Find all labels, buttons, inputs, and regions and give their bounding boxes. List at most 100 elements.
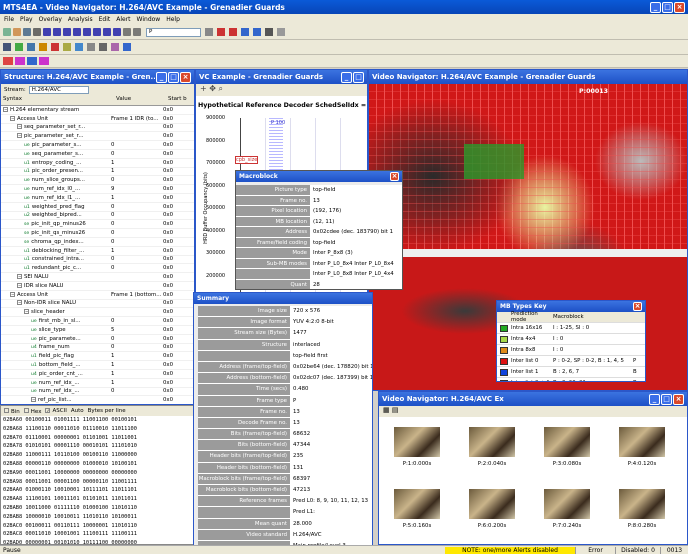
- color-swatch-icon[interactable]: [15, 57, 25, 65]
- grid-view-icon[interactable]: ▦: [383, 406, 390, 414]
- alert-icon[interactable]: [51, 43, 59, 51]
- menu-analysis[interactable]: Analysis: [68, 16, 93, 23]
- tree-row[interactable]: − ref_pic_list... 0x0: [1, 396, 194, 404]
- tree-row[interactable]: u1 field_pic_flag 1 0x0: [1, 352, 194, 362]
- tree-row[interactable]: se pic_init_qp_minus26 0 0x0: [1, 220, 194, 230]
- tree-row[interactable]: − slice_header 0x0: [1, 308, 194, 318]
- next-frame-icon[interactable]: [93, 28, 101, 36]
- close-icon[interactable]: ×: [390, 172, 399, 181]
- error-indicator[interactable]: Error: [575, 546, 615, 554]
- expand-icon[interactable]: −: [3, 106, 8, 112]
- hex-option[interactable]: Hex: [23, 407, 41, 415]
- filter-icon[interactable]: [63, 43, 71, 51]
- frame-thumbnail[interactable]: [394, 489, 440, 519]
- open-icon[interactable]: [13, 28, 21, 36]
- tree-row[interactable]: se pic_init_qs_minus26 0 0x0: [1, 229, 194, 238]
- tree-row[interactable]: se chroma_qp_index... 0 0x0: [1, 238, 194, 247]
- tree-row[interactable]: ue pic_paramete... 0 0x0: [1, 335, 194, 344]
- rewind-icon[interactable]: [43, 28, 51, 36]
- menu-overlay[interactable]: Overlay: [39, 16, 62, 23]
- tools-icon[interactable]: [99, 43, 107, 51]
- frame-thumbnail[interactable]: [544, 427, 590, 457]
- tree-row[interactable]: ue num_ref_idx_... 0 0x0: [1, 388, 194, 397]
- frame-thumbnail[interactable]: [619, 427, 665, 457]
- maximize-icon[interactable]: □: [353, 71, 364, 83]
- frame-thumbnail[interactable]: [469, 427, 515, 457]
- expand-icon[interactable]: −: [31, 397, 36, 403]
- tree-row[interactable]: u4 pic_order_cnt_... 1 0x0: [1, 370, 194, 379]
- expand-icon[interactable]: −: [10, 291, 15, 297]
- layers-icon[interactable]: [75, 43, 83, 51]
- tree-row[interactable]: u1 constrained_intra... 0 0x0: [1, 256, 194, 265]
- menu-help[interactable]: Help: [166, 16, 180, 23]
- tree-row[interactable]: u1 entropy_coding_... 1 0x0: [1, 159, 194, 168]
- mb-overlay-icon[interactable]: [241, 28, 249, 36]
- expand-icon[interactable]: −: [17, 300, 22, 306]
- color-swatch-icon[interactable]: [27, 57, 37, 65]
- fast-forward-icon[interactable]: [113, 28, 121, 36]
- overlay-icon[interactable]: [229, 28, 237, 36]
- frame-thumbnail[interactable]: [544, 489, 590, 519]
- col-syntax[interactable]: Syntax: [1, 96, 116, 105]
- chart-icon[interactable]: [123, 43, 131, 51]
- checkbox-icon[interactable]: [23, 407, 29, 413]
- hex-option[interactable]: Auto: [71, 408, 84, 414]
- tree-row[interactable]: u1 deblocking_filter_... 1 0x0: [1, 247, 194, 256]
- grid-icon[interactable]: [217, 28, 225, 36]
- pan-icon[interactable]: ✥: [209, 84, 216, 93]
- tree-row[interactable]: ue num_ref_idx_l0_... 9 0x0: [1, 185, 194, 194]
- tree-row[interactable]: ue seq_parameter_s... 0 0x0: [1, 150, 194, 159]
- close-icon[interactable]: ×: [633, 302, 642, 311]
- tree-row[interactable]: u2 weighted_bipred... 0 0x0: [1, 212, 194, 221]
- tree-row[interactable]: ue first_mb_in_sl... 0 0x0: [1, 317, 194, 326]
- frame-thumbnail[interactable]: [619, 489, 665, 519]
- tree-row[interactable]: − Non-IDR slice NALU 0x0: [1, 300, 194, 309]
- bitrate-icon[interactable]: [87, 43, 95, 51]
- stop-icon[interactable]: [73, 28, 81, 36]
- step-forward-icon[interactable]: [103, 28, 111, 36]
- frame-thumbnail[interactable]: [394, 427, 440, 457]
- col-value[interactable]: Value: [116, 96, 168, 105]
- menu-alert[interactable]: Alert: [116, 16, 130, 23]
- expand-icon[interactable]: −: [10, 115, 15, 121]
- expand-icon[interactable]: −: [17, 282, 22, 288]
- tree-row[interactable]: ue num_ref_idx_l1_... 1 0x0: [1, 194, 194, 203]
- tree-row[interactable]: ue slice_type 5 0x0: [1, 326, 194, 335]
- expand-icon[interactable]: −: [24, 309, 29, 315]
- tree-row[interactable]: − pic_parameter_set_r... 0x0: [1, 132, 194, 142]
- list-view-icon[interactable]: ▤: [392, 406, 399, 414]
- stream-select[interactable]: H.264/AVC: [28, 86, 89, 94]
- frame-type-select[interactable]: P: [146, 27, 201, 37]
- tree-row[interactable]: u1 bottom_field_... 1 0x0: [1, 361, 194, 370]
- tree-row[interactable]: u1 redundant_pic_c... 0 0x0: [1, 264, 194, 274]
- color-swatch-icon[interactable]: [39, 57, 49, 65]
- hex-option[interactable]: ✓ ASCII: [45, 408, 67, 414]
- menu-edit[interactable]: Edit: [99, 16, 111, 23]
- frame-thumbnail[interactable]: [469, 489, 515, 519]
- minimize-icon[interactable]: _: [156, 71, 167, 83]
- zoom-icon[interactable]: [205, 28, 213, 36]
- close-icon[interactable]: ×: [180, 71, 191, 83]
- expand-icon[interactable]: −: [17, 133, 22, 139]
- hex-option[interactable]: Bytes per line: [88, 408, 126, 414]
- menu-file[interactable]: File: [4, 16, 14, 23]
- maximize-icon[interactable]: □: [662, 1, 673, 13]
- maximize-icon[interactable]: □: [661, 393, 672, 405]
- window-icon[interactable]: [265, 28, 273, 36]
- tree-row[interactable]: ue num_slice_groups... 0 0x0: [1, 176, 194, 186]
- new-icon[interactable]: [3, 28, 11, 36]
- minimize-icon[interactable]: _: [650, 1, 661, 13]
- close-icon[interactable]: ×: [673, 393, 684, 405]
- stats-icon[interactable]: [253, 28, 261, 36]
- undo-icon[interactable]: [123, 28, 131, 36]
- help-icon[interactable]: [277, 28, 285, 36]
- color-swatch-icon[interactable]: [3, 57, 13, 65]
- tree-row[interactable]: ue num_ref_idx_... 1 0x0: [1, 379, 194, 388]
- print-icon[interactable]: [33, 28, 41, 36]
- prev-frame-icon[interactable]: [63, 28, 71, 36]
- tree-row[interactable]: u4 frame_num 0 0x0: [1, 344, 194, 353]
- grid-view-icon[interactable]: [3, 43, 11, 51]
- alert-note[interactable]: NOTE: one/more Alerts disabled: [445, 546, 575, 554]
- minimize-icon[interactable]: _: [649, 393, 660, 405]
- menu-play[interactable]: Play: [20, 16, 33, 23]
